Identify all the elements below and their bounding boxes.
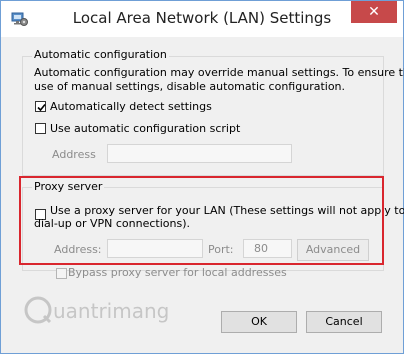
watermark-logo — [23, 295, 53, 328]
auto-detect-checkbox[interactable] — [35, 101, 46, 112]
close-button[interactable]: ✕ — [351, 1, 397, 23]
cancel-button[interactable]: Cancel — [306, 311, 382, 333]
close-icon: ✕ — [368, 4, 380, 20]
bypass-local-label[interactable]: Bypass proxy server for local addresses — [68, 266, 287, 280]
automatic-configuration-label: Automatic configuration — [32, 48, 169, 61]
bypass-local-checkbox[interactable] — [56, 268, 67, 279]
auto-config-description-line2: use of manual settings, disable automati… — [34, 80, 346, 93]
auto-config-script-label[interactable]: Use automatic configuration script — [50, 122, 240, 136]
auto-config-script-checkbox[interactable] — [35, 123, 46, 134]
auto-config-description-line1: Automatic configuration may override man… — [34, 66, 404, 79]
title-bar[interactable]: Local Area Network (LAN) Settings ✕ — [1, 1, 403, 37]
watermark-text: uantrimang — [53, 299, 170, 323]
proxy-highlight-box — [19, 176, 384, 265]
checkmark-icon — [37, 103, 46, 112]
ok-button[interactable]: OK — [221, 311, 297, 333]
dialog-title: Local Area Network (LAN) Settings — [72, 9, 332, 27]
auto-detect-label[interactable]: Automatically detect settings — [50, 100, 212, 114]
dialog-body: Automatic configuration Automatic config… — [9, 37, 404, 345]
script-address-input[interactable] — [107, 144, 292, 163]
watermark-icon — [24, 296, 52, 324]
script-address-label: Address — [52, 148, 96, 161]
lan-settings-dialog: Local Area Network (LAN) Settings ✕ Auto… — [0, 0, 404, 354]
